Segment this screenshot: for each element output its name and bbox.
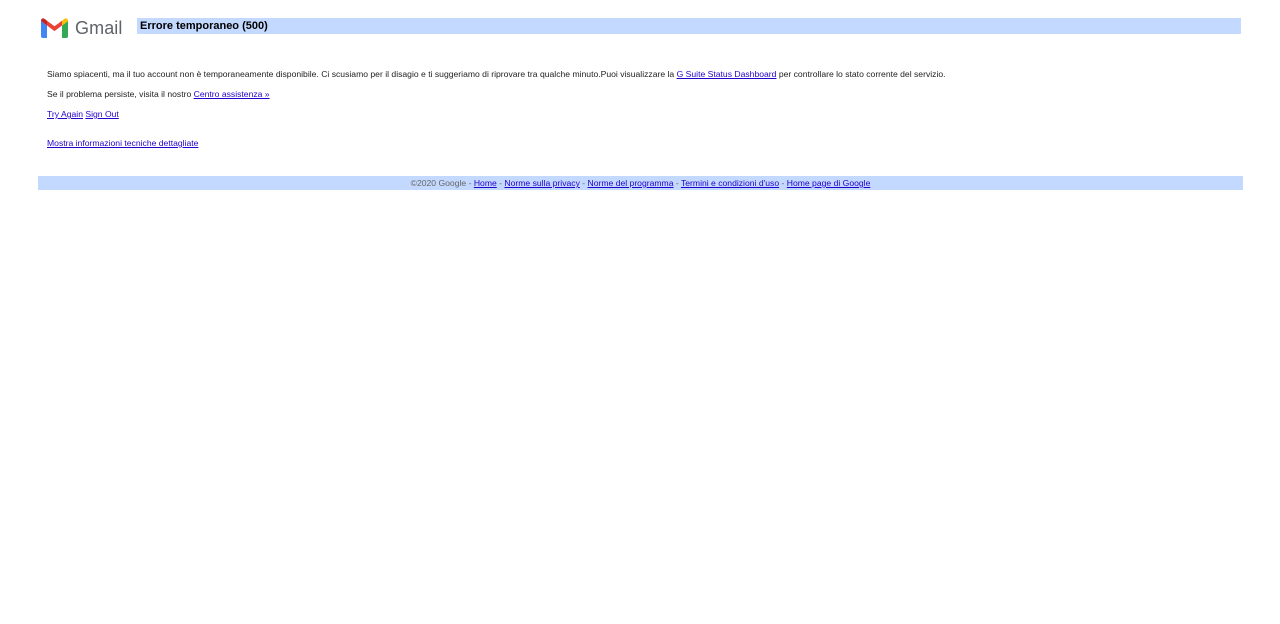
footer-separator: -	[779, 178, 787, 188]
technical-details-link[interactable]: Mostra informazioni tecniche dettagliate	[47, 138, 198, 148]
sign-out-link[interactable]: Sign Out	[85, 109, 118, 119]
gmail-m-logo-icon	[41, 18, 68, 38]
details-line: Mostra informazioni tecniche dettagliate	[47, 137, 198, 149]
footer-bar: ©2020 Google - Home - Norme sulla privac…	[38, 176, 1243, 190]
gmail-logo[interactable]: Gmail	[41, 16, 123, 40]
page-title: Errore temporaneo (500)	[140, 20, 268, 32]
action-links: Try Again Sign Out	[47, 108, 119, 120]
error-page: Gmail Errore temporaneo (500) Siamo spia…	[0, 0, 1280, 624]
footer-separator: -	[673, 178, 681, 188]
error-message-line: Siamo spiacenti, ma il tuo account non è…	[47, 68, 946, 80]
help-message-line: Se il problema persiste, visita il nostr…	[47, 88, 270, 100]
help-message-text: Se il problema persiste, visita il nostr…	[47, 89, 194, 99]
try-again-link[interactable]: Try Again	[47, 109, 83, 119]
error-message-text: Siamo spiacenti, ma il tuo account non è…	[47, 69, 677, 79]
footer-separator: -	[466, 178, 474, 188]
footer-separator: -	[579, 178, 588, 188]
error-message-suffix: per controllare lo stato corrente del se…	[776, 69, 946, 79]
help-center-link[interactable]: Centro assistenza »	[194, 89, 270, 99]
footer-program-policy-link[interactable]: Norme del programma	[588, 178, 674, 188]
status-dashboard-link[interactable]: G Suite Status Dashboard	[677, 69, 777, 79]
footer-privacy-link[interactable]: Norme sulla privacy	[504, 178, 579, 188]
footer-home-link[interactable]: Home	[474, 178, 497, 188]
error-title-bar: Errore temporaneo (500)	[137, 18, 1241, 34]
footer-google-home-link[interactable]: Home page di Google	[787, 178, 871, 188]
footer-terms-link[interactable]: Termini e condizioni d'uso	[681, 178, 779, 188]
footer-copyright: ©2020 Google	[410, 178, 467, 188]
gmail-logo-text: Gmail	[75, 17, 123, 38]
